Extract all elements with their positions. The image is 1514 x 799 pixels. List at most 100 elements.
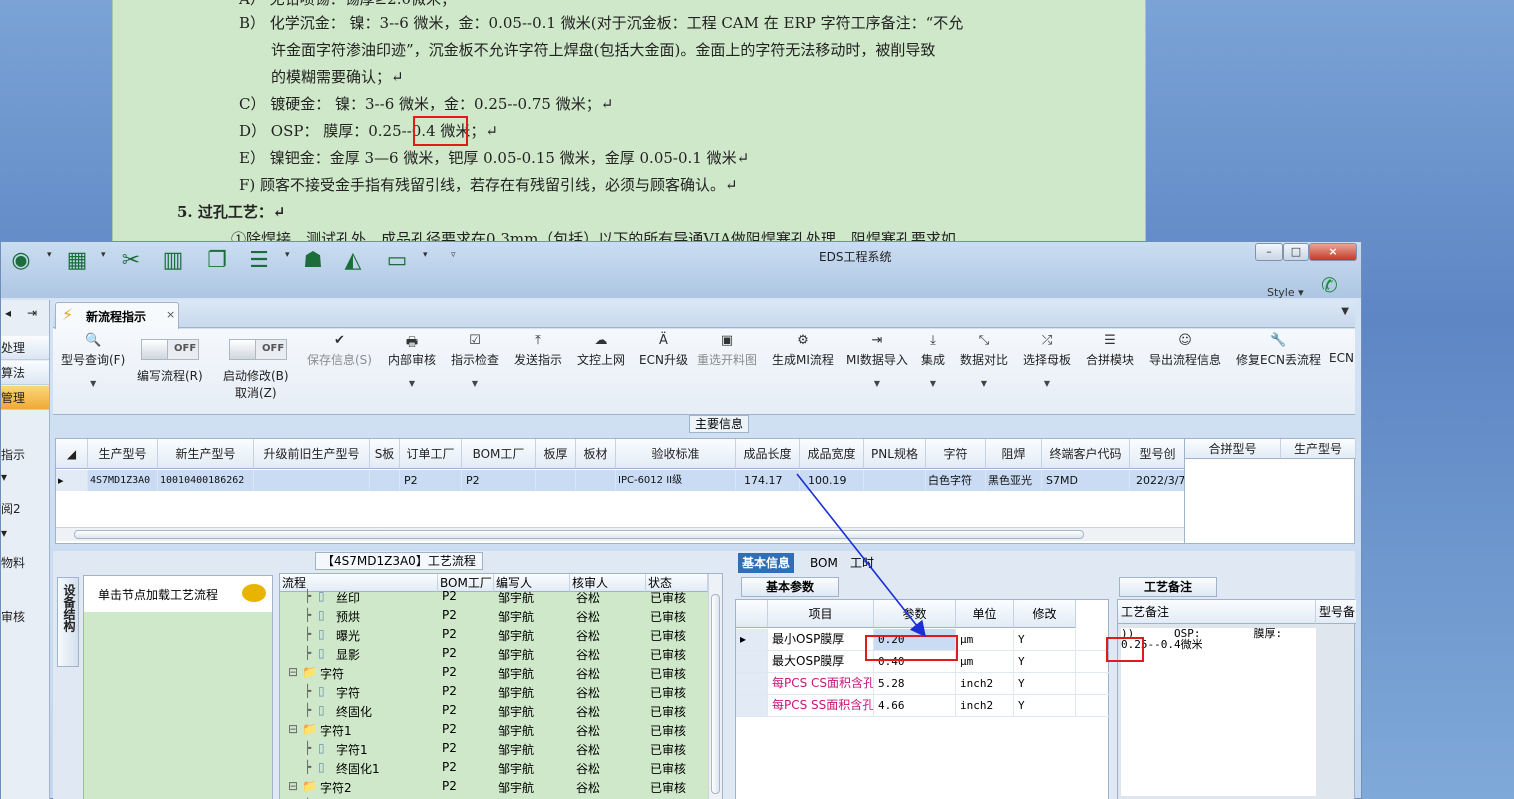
process-note-text[interactable]: )) OSP: 膜厚: 0.25--0.4微米 (1121, 628, 1316, 796)
tab-list-dropdown-icon[interactable]: ▼ (1341, 306, 1349, 317)
table-cell[interactable]: 10010400186262 (158, 470, 254, 491)
chevron-down-icon[interactable]: ▾ (1, 526, 7, 540)
export-flow-info-button[interactable]: ☺ 导出流程信息 (1149, 333, 1221, 369)
ecn-more-button[interactable]: ECN| (1329, 333, 1355, 369)
tree-row[interactable]: ⊟ 📁 字符 P2 邹宇航 谷松 已审核 (280, 663, 710, 682)
nav-sub-item[interactable]: 物料 (1, 554, 25, 571)
user-icon[interactable]: ☗ (299, 247, 327, 275)
column-header[interactable]: PNL规格 (864, 439, 926, 469)
scissors-icon[interactable]: ✂ (117, 247, 145, 275)
repair-ecn-flow-button[interactable]: 🔧 修复ECN丢流程 (1236, 333, 1321, 369)
chevron-down-icon[interactable]: ▾ (47, 250, 52, 260)
table-cell[interactable] (576, 470, 616, 491)
column-header[interactable]: 参数 (874, 600, 956, 628)
table-cell[interactable] (536, 470, 576, 491)
param-cell-edit[interactable]: Y (1014, 673, 1076, 694)
chevron-down-icon[interactable]: ▾ (101, 250, 106, 260)
nav-sub-item[interactable]: 审核 (1, 608, 25, 625)
grid-icon[interactable]: ▦ (63, 247, 91, 275)
list-icon[interactable]: ☰ (245, 247, 273, 275)
collapse-icon[interactable]: ⊟ (288, 779, 298, 793)
param-cell-unit[interactable]: μm (956, 629, 1014, 650)
param-cell-unit[interactable]: μm (956, 651, 1014, 672)
nav-sub-item[interactable]: 指示 (1, 446, 25, 463)
column-header[interactable]: S板 (370, 439, 400, 469)
table-cell[interactable]: 2022/3/7 (1130, 470, 1186, 491)
doc-control-online-button[interactable]: ☁ 文控上网 (577, 333, 625, 369)
tree-row[interactable]: ┝ ▯ 丝印 P2 邹宇航 谷松 已审核 (280, 587, 710, 606)
horizontal-scrollbar[interactable] (56, 527, 1184, 541)
mi-data-import-button[interactable]: ⇥ MI数据导入 ▼ (846, 333, 908, 388)
table-cell[interactable] (864, 470, 926, 491)
close-tab-icon[interactable]: × (166, 308, 175, 321)
chevron-down-icon[interactable]: ▾ (1, 470, 7, 484)
column-header[interactable]: 合拼型号 (1185, 439, 1281, 459)
select-mother-board-button[interactable]: ⤮ 选择母板 ▼ (1023, 333, 1071, 388)
param-row[interactable]: 每PCS SS面积含孔 4.66 inch2 Y (736, 695, 1110, 717)
param-cell-unit[interactable]: inch2 (956, 695, 1014, 716)
param-cell-item[interactable]: 每PCS SS面积含孔 (768, 695, 874, 716)
table-cell[interactable]: 174.17 (736, 470, 800, 491)
tree-node-label[interactable]: 终固化1 (336, 760, 380, 777)
tree-node-label[interactable]: 曝光 (336, 627, 360, 644)
start-edit-toggle[interactable]: OFF (229, 339, 287, 360)
table-cell[interactable]: P2 (462, 470, 536, 491)
tree-row[interactable]: ⊟ 📁 字符2 P2 邹宇航 谷松 已审核 (280, 777, 710, 796)
column-header[interactable]: 生产型号 (1281, 439, 1356, 459)
column-header[interactable]: 验收标准 (616, 439, 736, 469)
tree-node-label[interactable]: 字符1 (336, 741, 368, 758)
data-compare-button[interactable]: ⤡ 数据对比 ▼ (960, 333, 1008, 388)
tab-new-flow[interactable]: ⚡ 新流程指示 × (55, 302, 179, 329)
tree-row[interactable]: ⊟ 📁 字符1 P2 邹宇航 谷松 已审核 (280, 720, 710, 739)
tab-bom[interactable]: BOM (806, 553, 842, 573)
column-header[interactable]: 升级前旧生产型号 (254, 439, 370, 469)
collapse-icon[interactable]: ⊟ (288, 722, 298, 736)
internal-review-button[interactable]: 🖶 内部审核 ▼ (388, 333, 436, 388)
param-cell-unit[interactable]: inch2 (956, 673, 1014, 694)
param-cell-item[interactable]: 每PCS CS面积含孔 (768, 673, 874, 694)
save-info-button[interactable]: ✔ 保存信息(S) (307, 333, 372, 369)
row-selector[interactable] (736, 673, 768, 694)
tree-row[interactable]: ┝ ▯ 终固化 P2 邹宇航 谷松 已审核 (280, 701, 710, 720)
nav-sub-item[interactable]: 阅2 (1, 500, 21, 517)
chart-icon[interactable]: ◭ (339, 247, 367, 275)
tree-row[interactable]: ┝ ▯ 显影 P2 邹宇航 谷松 已审核 (280, 644, 710, 663)
param-row[interactable]: 每PCS CS面积含孔 5.28 inch2 Y (736, 673, 1110, 695)
table-cell[interactable]: 白色字符 (926, 470, 986, 491)
param-cell-edit[interactable]: Y (1014, 695, 1076, 716)
tab-work-hours[interactable]: 工时 (846, 553, 878, 573)
customize-icon[interactable]: ▿ (451, 250, 456, 260)
table-cell[interactable]: 100.19 (800, 470, 864, 491)
column-header[interactable]: BOM工厂 (462, 439, 536, 469)
param-cell-item[interactable]: 最小OSP膜厚 (768, 629, 874, 650)
monitor-icon[interactable]: ▭ (383, 247, 411, 275)
write-flow-toggle[interactable]: OFF (141, 339, 199, 360)
check-instruction-button[interactable]: ☑ 指示检查 ▼ (451, 333, 499, 388)
chevron-down-icon[interactable]: ▾ (285, 250, 290, 260)
tree-row[interactable]: ┝ ▯ 字符 P2 邹宇航 谷松 已审核 (280, 682, 710, 701)
tree-row[interactable]: ┝ ▯ 终固化1 P2 邹宇航 谷松 已审核 (280, 758, 710, 777)
maximize-button[interactable]: □ (1283, 243, 1309, 261)
table-cell[interactable]: S7MD (1042, 470, 1130, 491)
tree-row[interactable]: ┝ ▯ 预烘 P2 邹宇航 谷松 已审核 (280, 606, 710, 625)
merge-module-button[interactable]: ☰ 合拼模块 (1086, 333, 1134, 369)
param-cell-value[interactable]: 5.28 (874, 673, 956, 694)
column-header[interactable]: 订单工厂 (400, 439, 462, 469)
column-header[interactable]: 阻焊 (986, 439, 1042, 469)
query-model-button[interactable]: 🔍 型号查询(F) ▼ (61, 333, 125, 388)
tree-node-label[interactable]: 字符1 (320, 722, 352, 739)
column-header[interactable]: 成品长度 (736, 439, 800, 469)
chevron-down-icon[interactable]: ▾ (423, 250, 428, 260)
table-cell[interactable] (254, 470, 370, 491)
cancel-label[interactable]: 取消(Z) (235, 384, 277, 401)
column-header[interactable]: 型号备 (1316, 600, 1356, 624)
reselect-cut-chart-button[interactable]: ▣ 重选开料图 (697, 333, 757, 369)
style-menu[interactable]: Style ▾ (1267, 286, 1304, 299)
column-header[interactable]: 修改 (1014, 600, 1076, 628)
table-cell[interactable]: P2 (400, 470, 462, 491)
row-selector[interactable]: ▸ (56, 470, 88, 491)
param-cell-edit[interactable]: Y (1014, 651, 1076, 672)
login-icon[interactable]: ⇥ (27, 306, 37, 320)
param-cell-value[interactable]: 4.66 (874, 695, 956, 716)
nav-item-process[interactable]: 处理 (1, 336, 49, 360)
